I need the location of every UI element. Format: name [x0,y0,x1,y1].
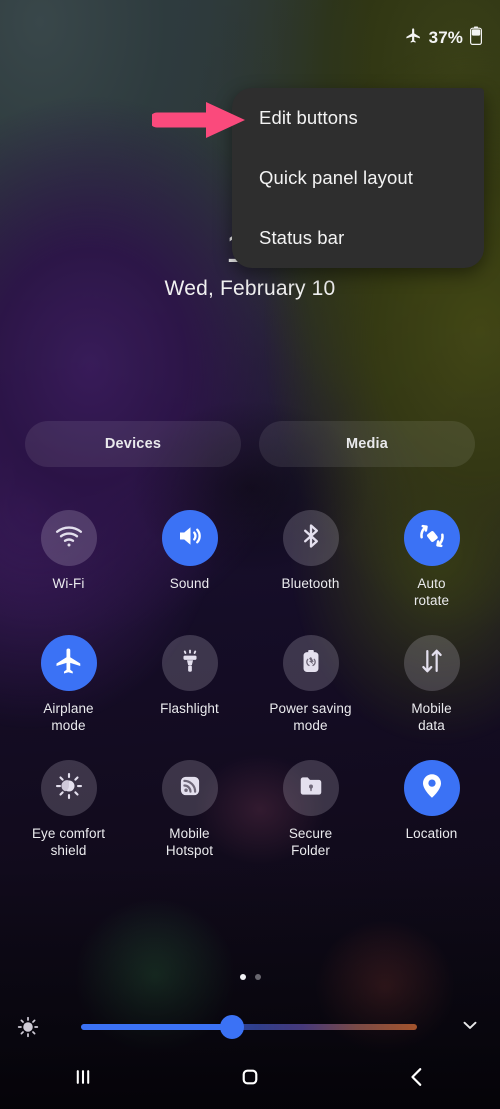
menu-item-quick-panel-layout[interactable]: Quick panel layout [259,168,484,188]
pink-arrow-annotation [149,100,248,140]
navigation-bar [0,1050,500,1109]
toggle-power-saving-mode-label: Power saving mode [269,701,352,733]
power-saving-icon [297,647,325,680]
wifi-icon [54,521,84,556]
volume-icon [175,521,205,556]
toggle-location-label: Location [405,826,458,841]
toggle-power-saving-mode-circle[interactable] [282,635,339,691]
toggle-mobile-hotspot-label: Mobile Hotspot [165,826,214,858]
location-pin-icon [417,771,447,806]
toggle-flashlight-circle[interactable] [161,635,218,691]
brightness-sun-icon [0,1014,56,1040]
toggle-bluetooth[interactable]: Bluetooth [250,510,371,609]
recents-icon [70,1064,96,1095]
toggle-bluetooth-circle[interactable] [282,510,339,566]
back-button[interactable] [377,1050,457,1109]
brightness-row [0,1005,500,1049]
back-chevron-icon [404,1064,430,1095]
toggle-airplane-mode[interactable]: Airplane mode [8,635,129,734]
battery-percent-label: 37% [428,28,463,47]
toggle-secure-folder-label: Secure Folder [288,826,333,858]
toggle-airplane-mode-label: Airplane mode [43,701,94,733]
quick-settings-grid: Wi-Fi Sound Bluetooth Auto rotate Airpla… [8,510,492,859]
menu-item-status-bar[interactable]: Status bar [259,228,484,248]
toggle-auto-rotate-circle[interactable] [403,510,460,566]
eye-comfort-icon [54,771,84,806]
page-dot-1[interactable] [239,974,246,980]
home-icon [237,1064,263,1095]
toggle-power-saving-mode[interactable]: Power saving mode [250,635,371,734]
battery-icon [470,26,483,50]
toggle-mobile-data[interactable]: Mobile data [371,635,492,734]
toggle-location-circle[interactable] [403,760,460,816]
clock-date: Wed, February 10 [164,277,336,300]
toggle-eye-comfort-shield-label: Eye comfort shield [31,826,106,858]
devices-button[interactable]: Devices [25,421,241,467]
toggle-flashlight-label: Flashlight [160,701,219,716]
toggle-secure-folder-circle[interactable] [282,760,339,816]
brightness-slider[interactable] [56,1015,440,1039]
bluetooth-icon [297,522,325,555]
devices-button-label: Devices [104,436,162,452]
menu-item-edit-buttons[interactable]: Edit buttons [259,108,484,128]
phone-screen: 37% 13 Wed, February 10 Edit buttons Qui… [0,0,500,1109]
toggle-flashlight[interactable]: Flashlight [129,635,250,734]
toggle-mobile-data-circle[interactable] [403,635,460,691]
brightness-slider-track[interactable] [81,1024,417,1030]
toggle-auto-rotate[interactable]: Auto rotate [371,510,492,609]
page-dot-2[interactable] [254,974,261,980]
toggle-wifi[interactable]: Wi-Fi [8,510,129,609]
expand-brightness-button[interactable] [440,1014,500,1041]
recents-button[interactable] [43,1050,123,1109]
hotspot-icon [176,772,204,805]
page-indicator [0,974,500,980]
toggle-eye-comfort-shield[interactable]: Eye comfort shield [8,760,129,859]
toggle-airplane-mode-circle[interactable] [40,635,97,691]
brightness-slider-fill [81,1024,233,1030]
chevron-down-icon [459,1014,481,1041]
overflow-popup-menu[interactable]: Edit buttons Quick panel layout Status b… [232,88,484,268]
toggle-mobile-hotspot-circle[interactable] [161,760,218,816]
toggle-bluetooth-label: Bluetooth [281,576,340,591]
toggle-eye-comfort-shield-circle[interactable] [40,760,97,816]
airplane-icon [54,646,84,681]
home-button[interactable] [210,1050,290,1109]
status-bar: 37% [0,0,500,76]
devices-media-row: Devices Media [25,421,475,467]
toggle-wifi-circle[interactable] [40,510,97,566]
airplane-icon [405,27,422,49]
toggle-secure-folder[interactable]: Secure Folder [250,760,371,859]
auto-rotate-icon [417,521,447,556]
brightness-slider-thumb[interactable] [220,1015,245,1039]
toggle-mobile-hotspot[interactable]: Mobile Hotspot [129,760,250,859]
secure-folder-icon [297,772,325,805]
toggle-location[interactable]: Location [371,760,492,859]
toggle-wifi-label: Wi-Fi [52,576,85,591]
toggle-auto-rotate-label: Auto rotate [413,576,450,608]
toggle-sound[interactable]: Sound [129,510,250,609]
toggle-mobile-data-label: Mobile data [411,701,452,733]
flashlight-icon [176,647,204,680]
mobile-data-icon [418,647,446,680]
media-button[interactable]: Media [259,421,475,467]
media-button-label: Media [345,436,389,452]
toggle-sound-circle[interactable] [161,510,218,566]
toggle-sound-label: Sound [169,576,210,591]
